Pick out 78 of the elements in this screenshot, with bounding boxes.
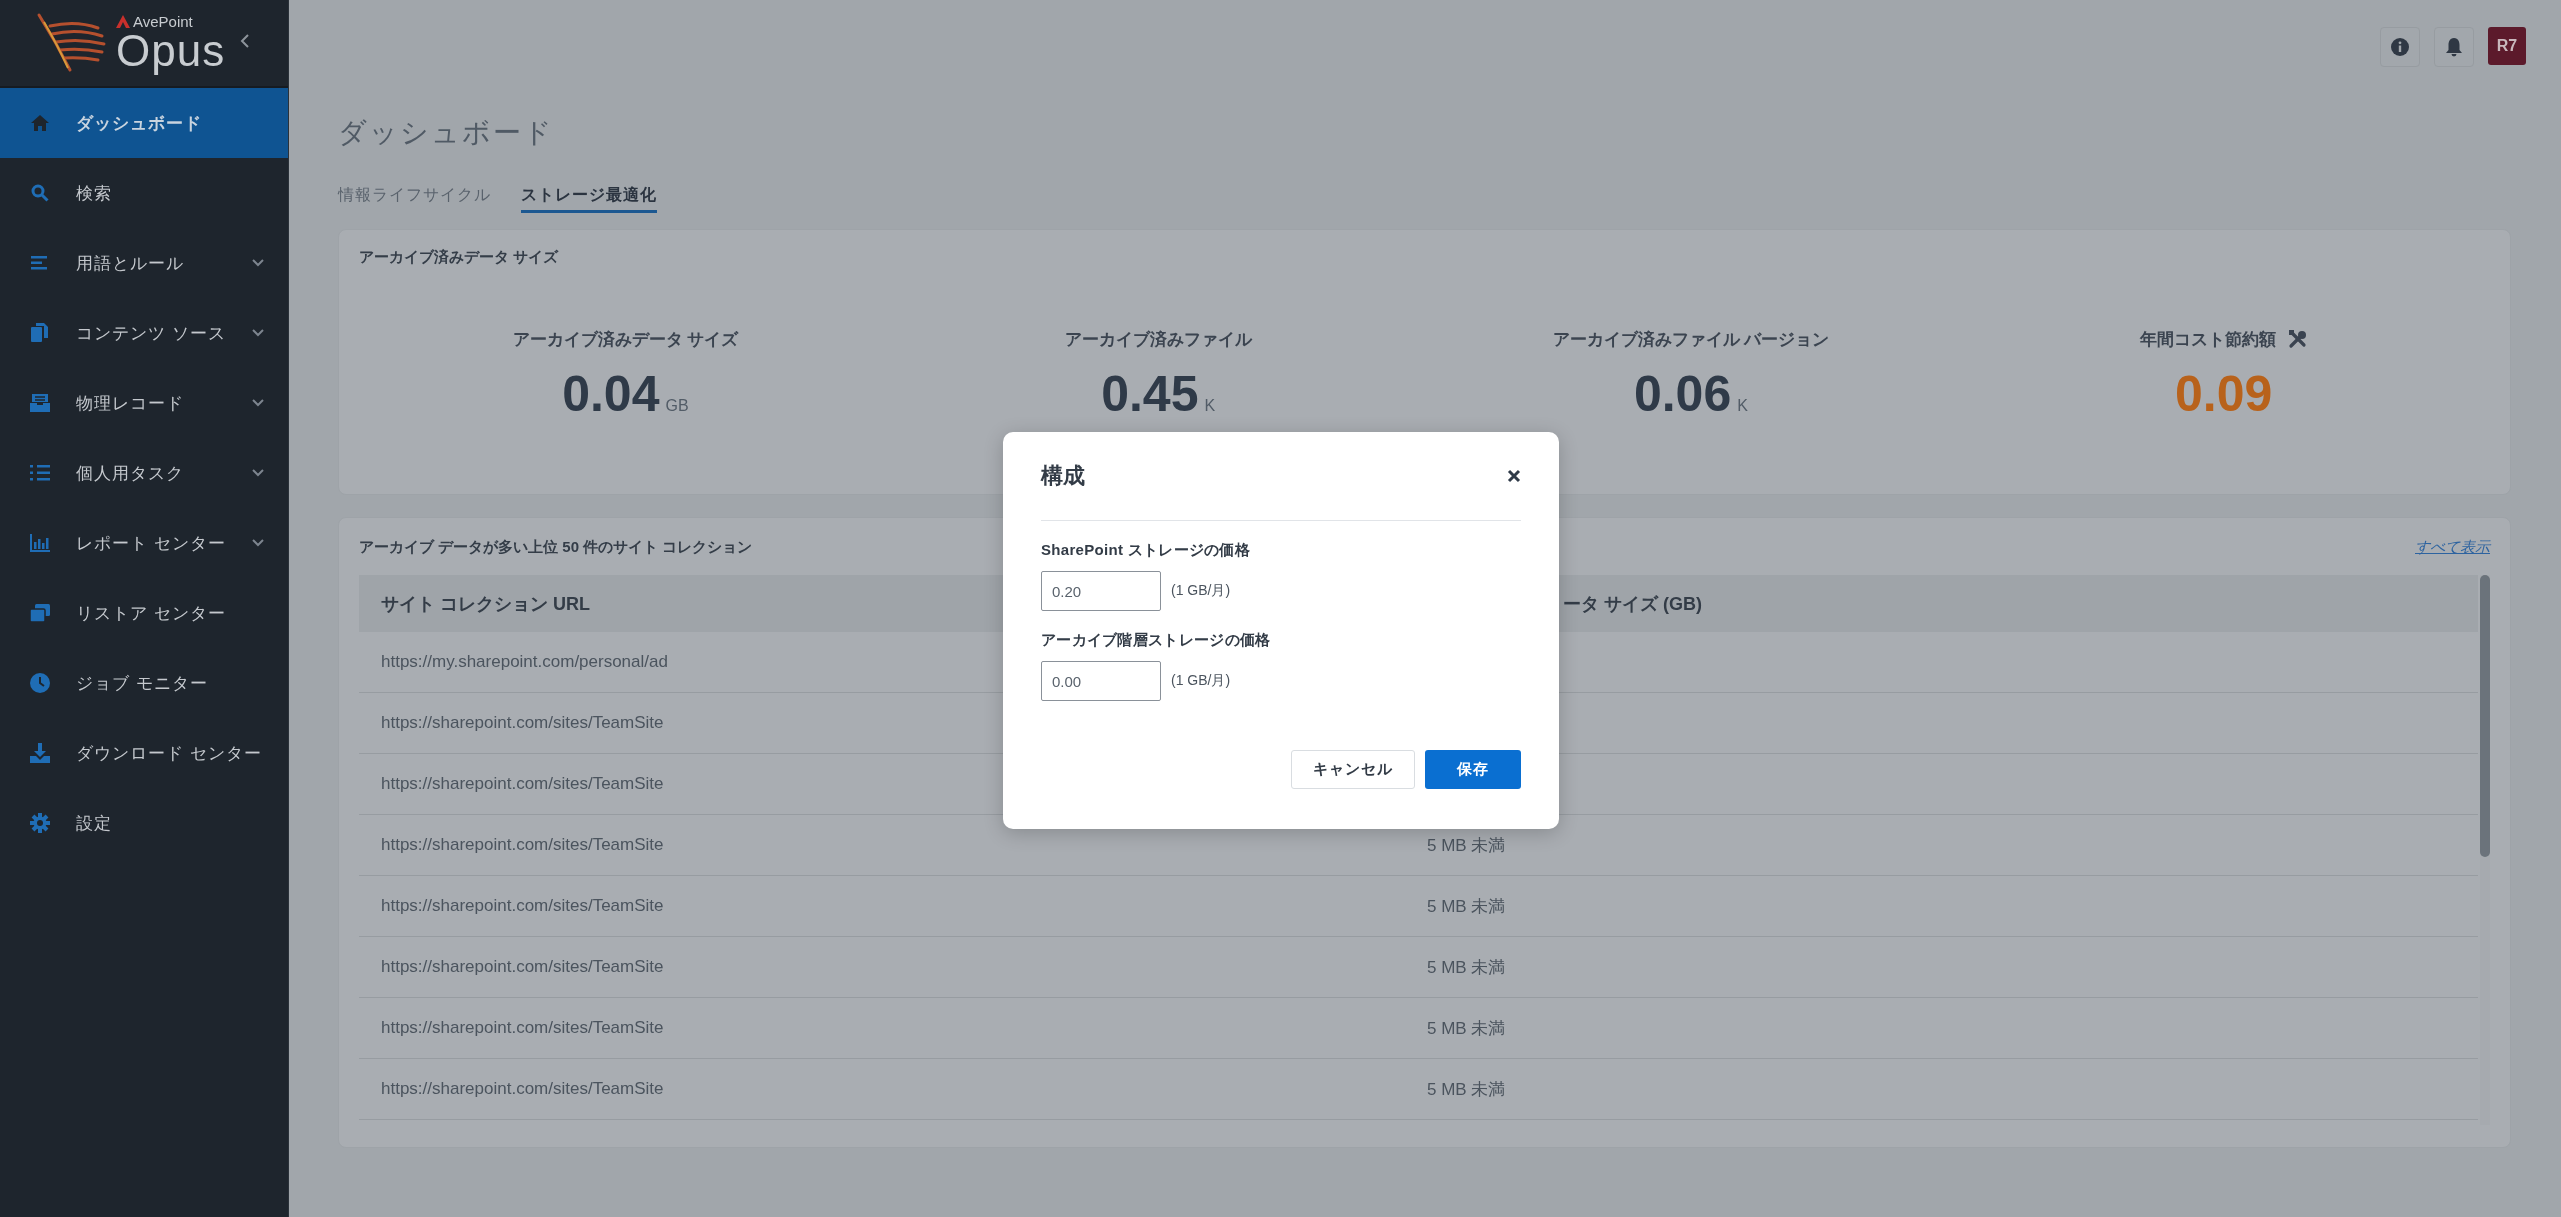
table-cell: https://sharepoint.com/sites/TeamSite [381, 957, 664, 976]
table-cell: https://sharepoint.com/sites/TeamSite [381, 1079, 664, 1098]
settings-icon [30, 813, 50, 833]
tab[interactable]: ストレージ最適化 [521, 185, 657, 213]
table-cell: 5 MB 未満 [1427, 1018, 1506, 1038]
card-title: アーカイブ済みデータ サイズ [359, 248, 559, 265]
search-icon [31, 184, 49, 202]
stat-unit: GB [665, 397, 689, 415]
sidebar-item[interactable]: ジョブ モニター [0, 648, 288, 718]
bell-icon [2445, 37, 2463, 57]
notifications-button[interactable] [2434, 27, 2474, 67]
chevron-down-icon [252, 259, 264, 267]
table-cell: 5 MB 未満 [1427, 957, 1506, 977]
table-cell: 5 MB 未満 [1427, 835, 1506, 855]
a-mark-icon [116, 14, 130, 28]
price-input[interactable]: 0.20 [1041, 571, 1161, 611]
stat-label: アーカイブ済みファイル バージョン [1552, 328, 1830, 351]
column-header: ータ サイズ (GB) [1563, 593, 1702, 614]
sidebar-item[interactable]: 個人用タスク [0, 438, 288, 508]
stat-label: アーカイブ済みファイル [1064, 328, 1252, 351]
product-name: Opus [116, 28, 226, 73]
field-label: SharePoint ストレージの価格 [1041, 541, 1252, 560]
windows-icon [30, 604, 50, 622]
chevron-down-icon [252, 539, 264, 547]
chevron-left-icon[interactable] [240, 34, 250, 48]
copy-icon [31, 323, 49, 343]
chevron-down-icon [252, 399, 264, 407]
sidebar-item[interactable]: リストア センター [0, 578, 288, 648]
sidebar-item[interactable]: コンテンツ ソース [0, 298, 288, 368]
close-icon[interactable] [1507, 469, 1521, 483]
table-cell: 5 MB 未満 [1427, 896, 1506, 916]
user-avatar[interactable]: R7 [2488, 27, 2526, 65]
sidebar-item[interactable]: ダッシュボード [0, 88, 288, 158]
sidebar-item[interactable]: 用語とルール [0, 228, 288, 298]
info-button[interactable] [2380, 27, 2420, 67]
feather-logo-icon [36, 12, 106, 74]
table-cell: https://sharepoint.com/sites/TeamSite [381, 713, 664, 732]
stat-value: 0.04 [562, 365, 660, 423]
list-icon [31, 255, 49, 271]
sidebar-item[interactable]: ダウンロード センター [0, 718, 288, 788]
card-title: アーカイブ データが多い上位 50 件のサイト コレクション [359, 537, 753, 557]
stat-unit: K [1204, 397, 1216, 415]
stat-label: 年間コスト節約額 [2139, 328, 2276, 351]
cancel-button[interactable]: キャンセル [1291, 750, 1415, 789]
brand-name: AvePoint [133, 13, 193, 29]
tools-icon[interactable] [2287, 329, 2308, 349]
chevron-down-icon [252, 329, 264, 337]
stat-value: 0.06 [1633, 365, 1732, 423]
field-label: アーカイブ階層ストレージの価格 [1041, 631, 1272, 650]
table-cell: https://sharepoint.com/sites/TeamSite [381, 835, 664, 854]
unit-label: (1 GB/月) [1171, 672, 1231, 690]
page-title: ダッシュボード [338, 116, 555, 148]
table-cell: https://sharepoint.com/sites/TeamSite [381, 896, 664, 915]
stat-value: 0.09 [2174, 365, 2273, 423]
sidebar-item[interactable]: 設定 [0, 788, 288, 858]
stat-unit: K [1737, 397, 1748, 415]
home-icon [30, 114, 50, 132]
sidebar-item[interactable]: 物理レコード [0, 368, 288, 438]
clock-icon [30, 673, 50, 693]
table-cell: 5 MB 未満 [1427, 1079, 1506, 1099]
save-button[interactable]: 保存 [1425, 750, 1521, 789]
sidebar-item[interactable]: 検索 [0, 158, 288, 228]
table-cell: https://sharepoint.com/sites/TeamSite [381, 774, 664, 793]
stat-value: 0.45 [1101, 365, 1199, 423]
checklist-icon [30, 464, 50, 482]
chevron-down-icon [252, 469, 264, 477]
info-icon [2391, 38, 2409, 56]
inbox-icon [30, 394, 50, 412]
table-cell: https://my.sharepoint.com/personal/ad [381, 652, 668, 671]
column-header: サイト コレクション URL [381, 593, 590, 614]
unit-label: (1 GB/月) [1171, 582, 1231, 600]
stat-label: アーカイブ済みデータ サイズ [512, 328, 739, 351]
bar-chart-icon [30, 534, 50, 552]
download-icon [30, 743, 50, 763]
table-cell: https://sharepoint.com/sites/TeamSite [381, 1018, 664, 1037]
sidebar-item[interactable]: レポート センター [0, 508, 288, 578]
price-input[interactable]: 0.00 [1041, 661, 1161, 701]
dialog-title: 構成 [1041, 462, 1085, 490]
